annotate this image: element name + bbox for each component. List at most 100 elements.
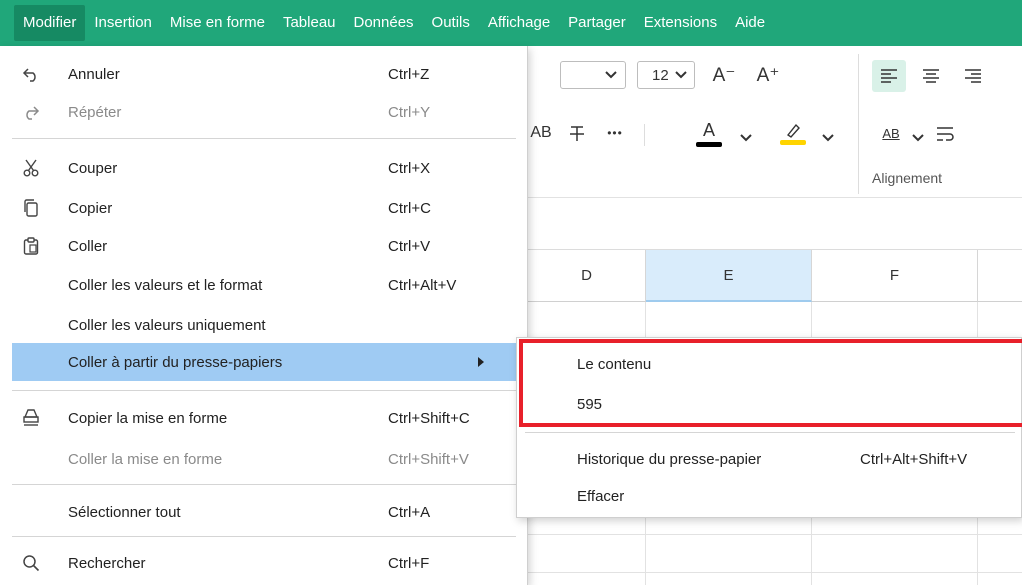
menu-item-shortcut: Ctrl+C <box>388 199 431 217</box>
increase-font-icon: A⁺ <box>756 64 780 86</box>
more-button[interactable]: ••• <box>600 118 630 148</box>
menu-extensions[interactable]: Extensions <box>635 5 726 41</box>
menu-item-label: Copier la mise en forme <box>68 409 228 427</box>
submenu-item-historique[interactable]: Historique du presse-papier Ctrl+Alt+Shi… <box>517 439 1022 479</box>
submenu-item-label: Historique du presse-papier <box>577 450 762 468</box>
highlight-swatch <box>780 140 806 145</box>
menu-item-shortcut: Ctrl+Alt+V <box>388 276 457 294</box>
menu-item-repeter[interactable]: Répéter Ctrl+Y <box>0 93 527 131</box>
menu-bar: Modifier Insertion Mise en forme Tableau… <box>0 0 1022 46</box>
chevron-down-icon <box>912 134 924 142</box>
alignment-group-label: Alignement <box>872 170 943 186</box>
search-icon <box>20 552 42 574</box>
chevron-down-icon <box>822 134 834 142</box>
decrease-font-button[interactable]: A⁻ <box>706 60 742 90</box>
submenu-arrow-icon <box>478 357 484 367</box>
menu-partager[interactable]: Partager <box>559 5 635 41</box>
menu-item-rechercher[interactable]: Rechercher Ctrl+F <box>0 544 527 582</box>
highlighter-icon <box>786 123 800 138</box>
submenu-item-effacer[interactable]: Effacer <box>517 476 1022 516</box>
align-center-icon <box>923 69 939 83</box>
font-size-dropdown[interactable]: 12 <box>637 61 695 89</box>
menu-item-coller[interactable]: Coller Ctrl+V <box>0 227 527 265</box>
align-left-button[interactable] <box>872 60 906 92</box>
menu-item-coller-mise-en-forme[interactable]: Coller la mise en forme Ctrl+Shift+V <box>0 440 527 478</box>
ab-partial-icon: AB <box>530 124 552 141</box>
redo-icon <box>20 101 42 123</box>
menu-tableau[interactable]: Tableau <box>274 5 345 41</box>
toolbar-divider <box>858 54 859 194</box>
edit-menu: Annuler Ctrl+Z Répéter Ctrl+Y Couper Ctr… <box>0 46 528 585</box>
undo-icon <box>20 63 42 85</box>
menu-item-annuler[interactable]: Annuler Ctrl+Z <box>0 55 527 93</box>
submenu-item-shortcut: Ctrl+Alt+Shift+V <box>860 450 968 468</box>
text-wrap-button[interactable] <box>932 120 960 148</box>
menu-item-shortcut: Ctrl+A <box>388 503 431 521</box>
menu-item-label: Rechercher <box>68 554 146 572</box>
menu-item-label: Sélectionner tout <box>68 503 181 521</box>
format-painter-icon <box>20 407 42 429</box>
chevron-down-icon <box>740 134 752 142</box>
menu-aide[interactable]: Aide <box>726 5 774 41</box>
menu-item-shortcut: Ctrl+X <box>388 159 431 177</box>
menu-modifier[interactable]: Modifier <box>14 5 86 41</box>
increase-font-button[interactable]: A⁺ <box>750 60 786 90</box>
column-label: F <box>889 267 900 284</box>
menu-item-label: Coller les valeurs uniquement <box>68 316 266 334</box>
menu-divider <box>12 484 516 485</box>
submenu-item-label: Effacer <box>577 487 625 505</box>
menu-outils[interactable]: Outils <box>423 5 479 41</box>
menu-item-label: Coller à partir du presse-papiers <box>68 353 283 371</box>
font-color-button[interactable]: A <box>692 116 726 150</box>
text-wrap-icon <box>937 127 954 141</box>
menu-divider <box>12 138 516 139</box>
strikethrough-button[interactable] <box>562 118 592 148</box>
menu-item-coller-valeurs[interactable]: Coller les valeurs uniquement <box>0 306 527 344</box>
highlight-box <box>519 339 1022 427</box>
highlight-button[interactable] <box>776 116 810 150</box>
menu-item-label: Répéter <box>68 103 122 121</box>
menu-item-shortcut: Ctrl+Shift+V <box>388 450 469 468</box>
toolbar-divider <box>644 124 645 146</box>
column-label: D <box>581 267 592 284</box>
menu-insertion[interactable]: Insertion <box>85 5 161 41</box>
more-icon: ••• <box>607 126 623 140</box>
menu-item-couper[interactable]: Couper Ctrl+X <box>0 149 527 187</box>
menu-donnees[interactable]: Données <box>345 5 423 41</box>
copy-icon <box>20 197 42 219</box>
wrap-text-button[interactable]: AB <box>876 118 906 148</box>
align-left-icon <box>881 69 897 83</box>
menu-divider <box>12 390 516 391</box>
menu-affichage[interactable]: Affichage <box>479 5 559 41</box>
menu-item-selectionner-tout[interactable]: Sélectionner tout Ctrl+A <box>0 493 527 531</box>
strikethrough-icon <box>570 126 584 141</box>
menu-item-coller-presse-papiers[interactable]: Coller à partir du presse-papiers <box>12 343 516 381</box>
font-color-icon: A <box>702 119 715 140</box>
column-header-e[interactable]: E <box>646 250 812 302</box>
decrease-font-icon: A⁻ <box>712 64 736 86</box>
menu-item-shortcut: Ctrl+V <box>388 237 431 255</box>
column-header-d[interactable]: D <box>528 250 646 302</box>
menu-item-label: Coller les valeurs et le format <box>68 276 263 294</box>
font-color-swatch <box>696 141 722 147</box>
grid-line <box>528 572 1022 573</box>
font-name-dropdown[interactable] <box>560 61 626 89</box>
align-center-button[interactable] <box>914 60 948 92</box>
wrap-text-icon: AB <box>882 125 900 141</box>
column-header-g[interactable] <box>978 250 1022 302</box>
menu-item-label: Annuler <box>68 65 120 83</box>
scissors-icon <box>20 157 42 179</box>
clipboard-icon <box>20 235 42 257</box>
menu-item-label: Coller <box>68 237 108 255</box>
column-header-f[interactable]: F <box>812 250 978 302</box>
menu-mise-en-forme[interactable]: Mise en forme <box>161 5 274 41</box>
align-right-button[interactable] <box>956 60 990 92</box>
menu-item-coller-valeurs-format[interactable]: Coller les valeurs et le format Ctrl+Alt… <box>0 266 527 304</box>
menu-item-copier[interactable]: Copier Ctrl+C <box>0 189 527 227</box>
chevron-down-icon <box>605 71 617 79</box>
font-size-value: 12 <box>652 66 669 84</box>
menu-item-shortcut: Ctrl+Y <box>388 103 431 121</box>
column-label: E <box>723 266 734 284</box>
menu-item-copier-mise-en-forme[interactable]: Copier la mise en forme Ctrl+Shift+C <box>0 399 527 437</box>
menu-divider <box>12 536 516 537</box>
